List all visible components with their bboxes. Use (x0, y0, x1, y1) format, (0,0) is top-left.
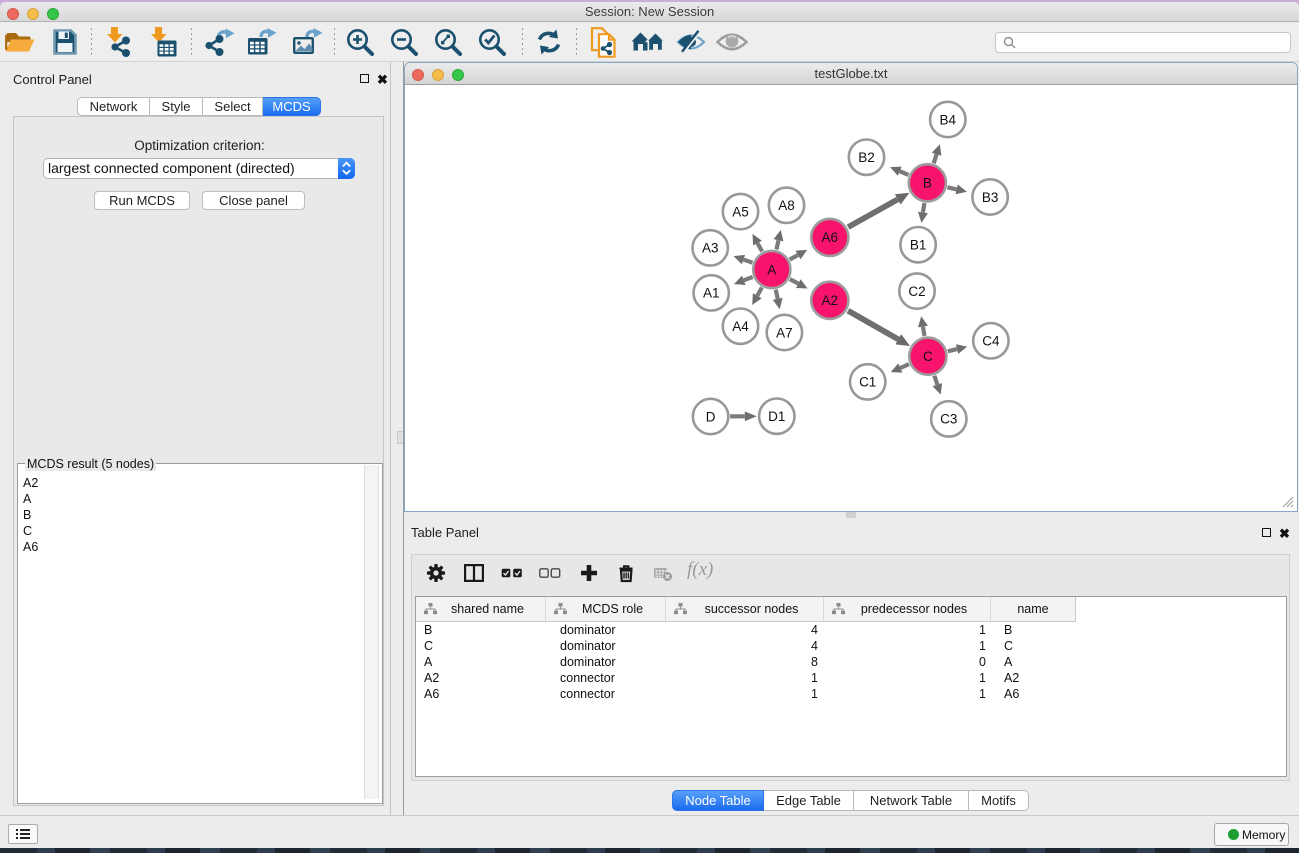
svg-text:B: B (923, 176, 932, 191)
svg-text:A: A (767, 262, 776, 277)
svg-text:B4: B4 (940, 112, 957, 127)
svg-text:C: C (923, 349, 933, 364)
svg-text:D1: D1 (768, 409, 785, 424)
svg-text:A4: A4 (732, 319, 749, 334)
svg-text:D: D (706, 409, 716, 424)
svg-text:B3: B3 (982, 190, 999, 205)
svg-text:C1: C1 (859, 375, 876, 390)
svg-text:B2: B2 (858, 150, 875, 165)
svg-text:A3: A3 (702, 241, 719, 256)
svg-text:C4: C4 (982, 334, 1000, 349)
svg-text:B1: B1 (910, 238, 927, 253)
svg-text:A1: A1 (703, 286, 720, 301)
svg-text:A6: A6 (822, 230, 839, 245)
svg-text:A8: A8 (778, 198, 795, 213)
svg-text:A2: A2 (822, 293, 839, 308)
svg-text:C2: C2 (908, 284, 925, 299)
svg-text:A7: A7 (776, 325, 793, 340)
svg-text:C3: C3 (940, 412, 957, 427)
svg-text:A5: A5 (732, 204, 749, 219)
